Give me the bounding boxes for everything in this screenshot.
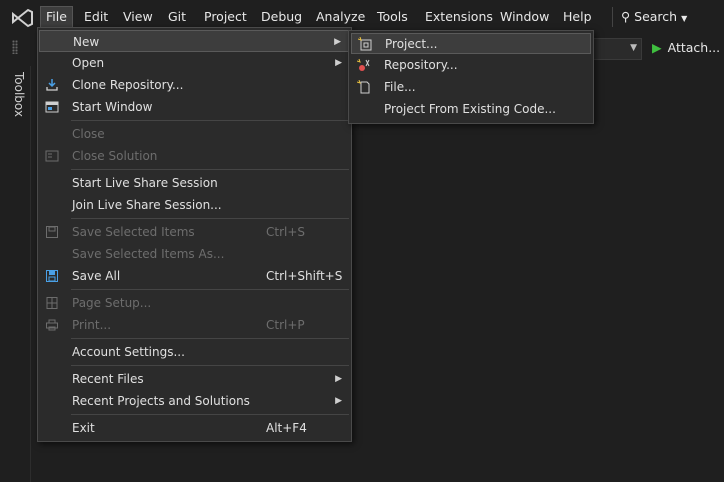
menu-item-label: Close	[72, 127, 105, 141]
toolbar-combo[interactable]: ▼	[592, 38, 642, 60]
save-icon	[45, 225, 59, 239]
menu-item-label: New	[73, 35, 100, 49]
clone-icon	[45, 78, 59, 92]
search-icon: ⚲	[621, 9, 631, 24]
search-button[interactable]: ⚲ Search ▼	[612, 7, 687, 27]
visual-studio-logo-icon[interactable]	[10, 8, 34, 28]
menu-git[interactable]: Git	[163, 7, 191, 27]
menu-item-shortcut: Ctrl+Shift+S	[266, 269, 343, 283]
submenu-item-file[interactable]: File...	[351, 77, 591, 98]
menu-item-start-window[interactable]: Start Window	[39, 96, 350, 118]
menu-item-label: Exit	[72, 421, 95, 435]
play-icon: ▶	[652, 40, 662, 55]
submenu-item-label: File...	[384, 80, 416, 94]
menu-item-clone-repository[interactable]: Clone Repository...	[39, 74, 350, 96]
menu-item-label: Start Live Share Session	[72, 176, 218, 190]
menu-item-label: Print...	[72, 318, 112, 332]
chevron-right-icon: ▶	[335, 374, 342, 384]
close-solution-icon	[45, 149, 59, 163]
submenu-item-label: Repository...	[384, 58, 458, 72]
new-file-icon	[357, 80, 371, 94]
menu-item-label: Save All	[72, 269, 121, 283]
menu-item-save-all[interactable]: Save All Ctrl+Shift+S	[39, 265, 350, 287]
chevron-right-icon: ▶	[335, 58, 342, 68]
chevron-down-icon: ▼	[630, 43, 637, 53]
menu-item-label: Recent Projects and Solutions	[72, 394, 250, 408]
menu-extensions[interactable]: Extensions	[420, 7, 498, 27]
menu-edit[interactable]: Edit	[79, 7, 113, 27]
menu-separator	[71, 218, 349, 219]
menu-item-label: Start Window	[72, 100, 153, 114]
menu-item-shortcut: Alt+F4	[266, 421, 307, 435]
chevron-right-icon: ▶	[335, 396, 342, 406]
menu-item-page-setup[interactable]: Page Setup...	[39, 292, 350, 314]
chevron-right-icon: ▶	[334, 37, 341, 47]
menu-item-shortcut: Ctrl+P	[266, 318, 305, 332]
side-tab-strip	[0, 66, 31, 482]
menu-separator	[71, 414, 349, 415]
menu-item-exit[interactable]: Exit Alt+F4	[39, 417, 350, 439]
attach-button[interactable]: ▶ Attach...	[652, 40, 720, 55]
submenu-item-label: Project From Existing Code...	[384, 102, 556, 116]
menu-separator	[71, 289, 349, 290]
menu-item-new[interactable]: New ▶	[39, 30, 350, 52]
menu-item-label: Close Solution	[72, 149, 158, 163]
menu-item-label: Account Settings...	[72, 345, 185, 359]
printer-icon	[45, 318, 59, 332]
menu-item-label: Join Live Share Session...	[72, 198, 222, 212]
menu-item-recent-files[interactable]: Recent Files ▶	[39, 368, 350, 390]
menu-item-recent-projects[interactable]: Recent Projects and Solutions ▶	[39, 390, 350, 412]
menu-item-print[interactable]: Print... Ctrl+P	[39, 314, 350, 336]
menu-separator	[71, 169, 349, 170]
submenu-item-repository[interactable]: Repository...	[351, 55, 591, 76]
menu-item-close-solution[interactable]: Close Solution	[39, 145, 350, 167]
menu-item-shortcut: Ctrl+S	[266, 225, 306, 239]
search-label: Search	[634, 9, 678, 24]
menu-item-label: Recent Files	[72, 372, 144, 386]
submenu-item-project-from-existing-code[interactable]: Project From Existing Code...	[351, 99, 591, 120]
menu-window[interactable]: Window	[495, 7, 554, 27]
menu-separator	[71, 120, 349, 121]
new-repository-icon	[357, 58, 371, 72]
menu-separator	[71, 338, 349, 339]
menu-item-label: Page Setup...	[72, 296, 152, 310]
menu-item-save-selected[interactable]: Save Selected Items Ctrl+S	[39, 221, 350, 243]
start-window-icon	[45, 100, 59, 114]
page-setup-icon	[45, 296, 59, 310]
menu-item-label: Save Selected Items As...	[72, 247, 225, 261]
menu-view[interactable]: View	[118, 7, 158, 27]
menu-project[interactable]: Project	[199, 7, 252, 27]
menu-item-open[interactable]: Open ▶	[39, 52, 350, 74]
menu-item-close[interactable]: Close	[39, 123, 350, 145]
menu-item-label: Open	[72, 56, 105, 70]
menu-tools[interactable]: Tools	[372, 7, 413, 27]
menu-item-label: Save Selected Items	[72, 225, 195, 239]
submenu-item-label: Project...	[385, 37, 438, 51]
attach-label: Attach...	[667, 40, 721, 55]
menu-analyze[interactable]: Analyze	[311, 7, 370, 27]
toolbar-grip[interactable]	[12, 40, 18, 54]
toolbox-tab[interactable]: Toolbox	[12, 72, 26, 117]
save-all-icon	[45, 269, 59, 283]
menu-item-start-live-share[interactable]: Start Live Share Session	[39, 172, 350, 194]
menu-help[interactable]: Help	[558, 7, 597, 27]
new-project-icon	[358, 37, 372, 51]
file-menu: New ▶ Open ▶ Clone Repository... Start W…	[37, 27, 352, 442]
menu-item-account-settings[interactable]: Account Settings...	[39, 341, 350, 363]
menu-item-join-live-share[interactable]: Join Live Share Session...	[39, 194, 350, 216]
chevron-down-icon: ▼	[681, 14, 688, 23]
new-submenu: Project... Repository... File... Project…	[348, 30, 594, 124]
menu-file[interactable]: File	[40, 6, 73, 27]
menu-item-save-selected-as[interactable]: Save Selected Items As...	[39, 243, 350, 265]
menu-separator	[71, 365, 349, 366]
menu-item-label: Clone Repository...	[72, 78, 184, 92]
submenu-item-project[interactable]: Project...	[351, 33, 591, 54]
menu-debug[interactable]: Debug	[256, 7, 307, 27]
